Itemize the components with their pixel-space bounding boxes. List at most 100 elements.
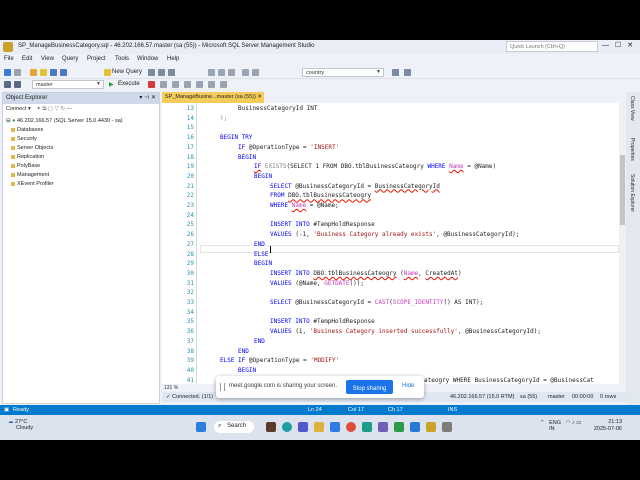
collapse-icon[interactable]: ⊟ bbox=[6, 118, 11, 124]
wifi-icon[interactable]: ◠ bbox=[566, 420, 571, 426]
new-file-icon[interactable] bbox=[30, 69, 37, 76]
display-plan-icon[interactable] bbox=[172, 81, 179, 88]
properties-tab[interactable]: Properties bbox=[629, 138, 635, 161]
menu-edit[interactable]: Edit bbox=[22, 56, 32, 62]
menu-help[interactable]: Help bbox=[167, 56, 179, 62]
save-all-icon[interactable] bbox=[60, 69, 67, 76]
settings-icon[interactable] bbox=[442, 422, 452, 432]
sql-editor[interactable]: 13 14 15 16 17 18 19 20 21 22 23 24 25 2… bbox=[162, 103, 619, 384]
connect-button[interactable]: Connect ▾ bbox=[6, 106, 31, 112]
code-line-35: INSERT INTO #TempHoldResponse bbox=[270, 318, 375, 325]
menu-project[interactable]: Project bbox=[87, 56, 106, 62]
stop-sharing-button[interactable]: Stop sharing bbox=[346, 380, 393, 394]
code-keyword: VALUES bbox=[270, 231, 292, 239]
hide-link[interactable]: Hide bbox=[402, 383, 414, 389]
indent-icon[interactable] bbox=[220, 81, 227, 88]
region-indicator[interactable]: IN bbox=[549, 426, 555, 432]
editor-vertical-scrollbar[interactable] bbox=[619, 103, 626, 384]
system-tray[interactable]: ⌃ ENG IN ◠ ♪ ▭ bbox=[540, 420, 581, 432]
drag-handle-icon[interactable] bbox=[220, 383, 225, 391]
chrome-icon[interactable] bbox=[346, 422, 356, 432]
visual-studio-icon[interactable] bbox=[378, 422, 388, 432]
solution-explorer-tab[interactable]: Solution Explorer bbox=[629, 174, 635, 212]
find-icon[interactable] bbox=[392, 69, 399, 76]
scrollbar-thumb[interactable] bbox=[620, 155, 625, 225]
volume-icon[interactable]: ♪ bbox=[572, 420, 575, 426]
menu-query[interactable]: Query bbox=[62, 56, 78, 62]
menu-file[interactable]: File bbox=[4, 56, 14, 62]
code-line-25: INSERT INTO #TempHoldResponse bbox=[270, 221, 375, 228]
ssms-taskbar-icon[interactable] bbox=[426, 422, 436, 432]
forward-icon[interactable] bbox=[14, 69, 21, 76]
teams-icon[interactable] bbox=[298, 422, 308, 432]
widget-app-icon[interactable] bbox=[266, 422, 276, 432]
edge-icon[interactable] bbox=[282, 422, 292, 432]
back-icon[interactable] bbox=[4, 69, 11, 76]
tab-sp-managebusinesscategory[interactable]: SP_ManageBusine...master (sa (55)) ✕ bbox=[162, 92, 264, 103]
taskbar-search[interactable]: ⌕ Search bbox=[214, 421, 254, 433]
cancel-query-icon[interactable] bbox=[148, 81, 155, 88]
menu-tools[interactable]: Tools bbox=[115, 56, 129, 62]
uncomment-icon[interactable] bbox=[208, 81, 215, 88]
db-query-icon[interactable] bbox=[148, 69, 155, 76]
paste-icon[interactable] bbox=[228, 69, 235, 76]
windows-start-icon[interactable] bbox=[196, 422, 206, 432]
results-to-grid-icon[interactable] bbox=[184, 81, 191, 88]
menu-window[interactable]: Window bbox=[137, 56, 158, 62]
redo-icon[interactable] bbox=[252, 69, 259, 76]
pin-icon[interactable]: ▾ ⊣ ✕ bbox=[139, 94, 156, 101]
tree-node-security[interactable]: Security bbox=[11, 136, 37, 142]
outlook-icon[interactable] bbox=[410, 422, 420, 432]
store-icon[interactable] bbox=[330, 422, 340, 432]
window-controls[interactable]: —☐✕ bbox=[602, 41, 639, 49]
close-icon[interactable]: ✕ bbox=[627, 42, 639, 49]
database-combo[interactable]: master ▼ bbox=[32, 80, 104, 89]
tree-node-replication[interactable]: Replication bbox=[11, 154, 44, 160]
quick-launch-input[interactable]: Quick Launch (Ctrl+Q) bbox=[506, 41, 598, 52]
weather-widget[interactable]: ☁ 27°C Cloudy bbox=[8, 419, 33, 431]
execute-icon[interactable]: ▶ bbox=[109, 81, 114, 88]
close-tab-icon[interactable]: ✕ bbox=[257, 94, 262, 100]
taskbar-clock[interactable]: 21:13 2025-07-06 bbox=[592, 419, 622, 433]
app-icon[interactable] bbox=[362, 422, 372, 432]
tree-node-server-objects[interactable]: Server Objects bbox=[11, 145, 53, 151]
parse-icon[interactable] bbox=[160, 81, 167, 88]
server-node[interactable]: ⊟ ● 46.202.166.57 (SQL Server 15.0.4430 … bbox=[6, 118, 123, 124]
folder-icon bbox=[11, 163, 15, 168]
comment-icon[interactable] bbox=[196, 81, 203, 88]
tree-node-polybase[interactable]: PolyBase bbox=[11, 163, 40, 169]
menu-view[interactable]: View bbox=[41, 56, 54, 62]
find-combo[interactable]: country ▼ bbox=[302, 68, 384, 77]
server-icon: ● bbox=[12, 118, 16, 124]
open-folder-icon[interactable] bbox=[40, 69, 47, 76]
tree-node-management[interactable]: Management bbox=[11, 172, 49, 178]
dmx-query-icon[interactable] bbox=[168, 69, 175, 76]
line-number: 38 bbox=[186, 347, 194, 355]
change-connection-icon[interactable] bbox=[14, 81, 21, 88]
zoom-level[interactable]: 131 % bbox=[164, 385, 178, 391]
document-tab-bar: SP_ManageBusine...master (sa (55)) ✕ bbox=[162, 92, 626, 103]
code-line-31: VALUES (@Name, GETDATE()); bbox=[270, 280, 364, 287]
new-query-icon[interactable] bbox=[104, 69, 111, 76]
maximize-icon[interactable]: ☐ bbox=[615, 42, 627, 49]
chevron-up-icon[interactable]: ⌃ bbox=[540, 420, 545, 426]
search-icon: ⌕ bbox=[218, 423, 222, 429]
file-explorer-icon[interactable] bbox=[314, 422, 324, 432]
execute-button[interactable]: Execute bbox=[118, 81, 140, 87]
whatsapp-icon[interactable] bbox=[394, 422, 404, 432]
battery-icon[interactable]: ▭ bbox=[576, 420, 581, 426]
mdx-query-icon[interactable] bbox=[158, 69, 165, 76]
database-combo-value: master bbox=[36, 82, 53, 88]
object-explorer-icon[interactable] bbox=[4, 81, 11, 88]
oe-toolbar-icons[interactable]: ✦ ⧉ ▢ ▽ ↻ ⁓ bbox=[36, 106, 72, 112]
properties-icon[interactable] bbox=[404, 69, 411, 76]
new-query-button[interactable]: New Query bbox=[112, 69, 142, 75]
undo-icon[interactable] bbox=[242, 69, 249, 76]
tree-node-databases[interactable]: Databases bbox=[11, 127, 43, 133]
tree-node-xevent-profiler[interactable]: XEvent Profiler bbox=[11, 181, 54, 187]
minimize-icon[interactable]: — bbox=[602, 42, 615, 49]
cut-icon[interactable] bbox=[208, 69, 215, 76]
copy-icon[interactable] bbox=[218, 69, 225, 76]
save-icon[interactable] bbox=[50, 69, 57, 76]
class-view-tab[interactable]: Class View bbox=[629, 96, 635, 121]
